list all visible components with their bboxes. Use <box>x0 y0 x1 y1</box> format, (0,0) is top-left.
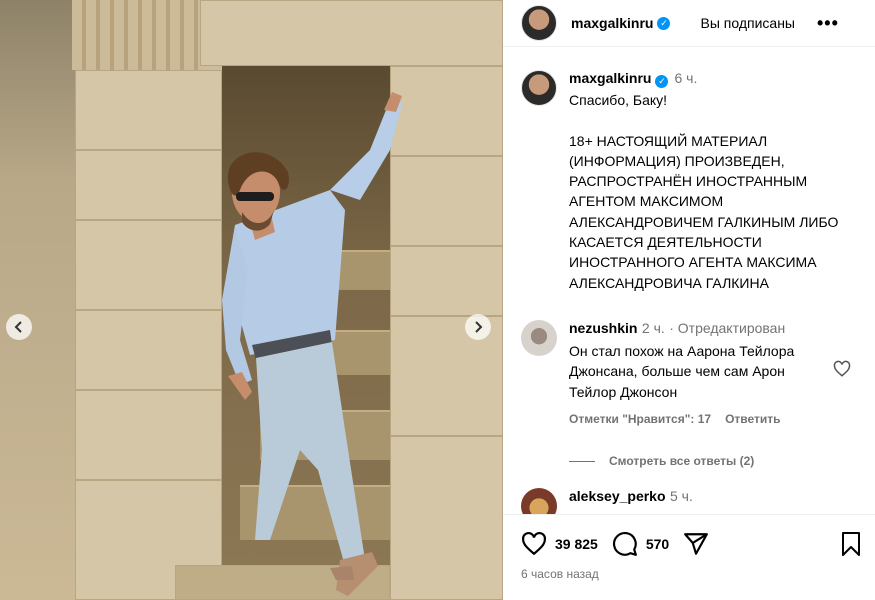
following-button[interactable]: Вы подписаны <box>700 15 795 31</box>
verified-icon: ✓ <box>655 75 669 88</box>
caption-text: Спасибо, Баку! 18+ НАСТОЯЩИЙ МАТЕРИАЛ (И… <box>569 92 839 291</box>
post-footer: 39 825 570 6 часов назад <box>503 514 875 600</box>
author-username[interactable]: maxgalkinru <box>571 15 653 31</box>
carousel-next-button[interactable] <box>465 314 491 340</box>
comments-count[interactable]: 570 <box>646 536 669 552</box>
caption-author-avatar[interactable] <box>521 70 557 106</box>
heart-icon[interactable] <box>833 360 851 378</box>
action-bar: 39 825 570 <box>521 531 709 557</box>
commenter-username[interactable]: aleksey_perko <box>569 488 666 504</box>
more-icon[interactable]: ••• <box>817 13 839 34</box>
reply-button[interactable]: Ответить <box>725 412 780 426</box>
divider-line <box>569 460 595 462</box>
view-replies-button[interactable]: Смотреть все ответы (2) <box>569 454 754 468</box>
post-caption: maxgalkinru ✓ 6 ч. Спасибо, Баку! 18+ НАСТ… <box>521 70 859 293</box>
commenter-avatar[interactable] <box>521 320 557 356</box>
posted-time[interactable]: 6 часов назад <box>521 567 599 581</box>
comment-icon[interactable] <box>612 531 638 557</box>
chevron-right-icon <box>475 321 483 333</box>
share-icon[interactable] <box>683 531 709 557</box>
comment-time[interactable]: 2 ч. <box>642 320 665 336</box>
author-avatar[interactable] <box>521 5 557 41</box>
caption-time[interactable]: 6 ч. <box>674 70 697 86</box>
comment-edited-label: · Отредактирован <box>669 320 786 336</box>
heart-icon[interactable] <box>521 531 547 557</box>
comments-scroll-area[interactable]: maxgalkinru ✓ 6 ч. Спасибо, Баку! 18+ НАСТ… <box>503 48 875 514</box>
view-replies-label: Смотреть все ответы (2) <box>609 454 755 468</box>
comment-item: aleksey_perko 5 ч. <box>521 488 861 514</box>
comment-text: Он стал похож на Аарона Тейлора Джонсана… <box>569 343 795 400</box>
commenter-avatar[interactable] <box>521 488 557 514</box>
post-photo[interactable] <box>0 0 503 600</box>
carousel-prev-button[interactable] <box>6 314 32 340</box>
bookmark-icon[interactable] <box>839 531 863 557</box>
post-panel: maxgalkinru ✓ Вы подписаны ••• maxgalkin… <box>503 0 875 600</box>
comment-time[interactable]: 5 ч. <box>670 488 693 504</box>
chevron-left-icon <box>14 321 22 333</box>
likes-count[interactable]: 39 825 <box>555 536 598 552</box>
caption-username[interactable]: maxgalkinru <box>569 70 651 86</box>
man-figure <box>222 92 402 596</box>
comment-likes-count[interactable]: Отметки "Нравится": 17 <box>569 412 711 426</box>
verified-icon: ✓ <box>657 16 671 30</box>
comment-item: nezushkin 2 ч. · Отредактирован Он стал … <box>521 320 861 426</box>
post-header: maxgalkinru ✓ Вы подписаны ••• <box>503 0 875 47</box>
commenter-username[interactable]: nezushkin <box>569 320 637 336</box>
